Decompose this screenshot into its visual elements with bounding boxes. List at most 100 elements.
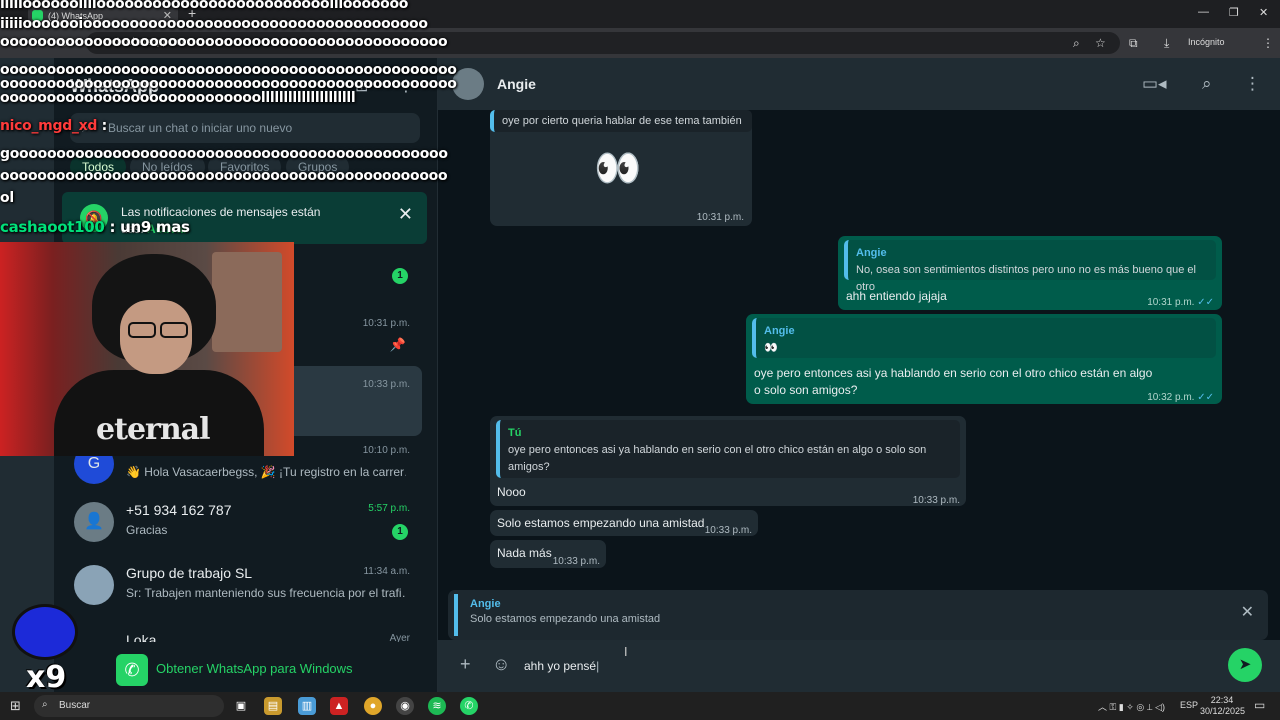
chat-name: +51 934 162 787 xyxy=(126,502,232,518)
chat-time: 10:10 p.m. xyxy=(362,445,410,456)
taskbar-search[interactable]: ⌕ Buscar xyxy=(34,695,224,717)
bookmark-star-icon[interactable]: ☆ xyxy=(1095,36,1106,50)
download-icon[interactable]: ⤓ xyxy=(1164,36,1169,51)
window-close-icon[interactable]: ✕ xyxy=(1259,6,1268,19)
menu-icon[interactable]: ⋮ xyxy=(1244,74,1261,94)
stream-chat-line: gooooooooooooooooooooooooooooooooooooooo… xyxy=(0,146,448,162)
message-time: 10:33 p.m. xyxy=(704,525,752,536)
contact-name[interactable]: Angie xyxy=(497,76,536,92)
badge-text: x9 xyxy=(26,660,67,695)
message-text: Solo estamos empezando una amistad xyxy=(497,516,705,530)
task-view-icon[interactable]: ▣ xyxy=(232,697,250,715)
send-button[interactable]: ➤ xyxy=(1228,648,1262,682)
close-icon[interactable]: ✕ xyxy=(398,204,413,225)
message-input[interactable]: ahh yo pensé| xyxy=(518,650,1218,682)
quoted-message[interactable]: oye por cierto queria hablar de ese tema… xyxy=(490,110,752,132)
shirt-text: eternal xyxy=(96,412,210,447)
restore-icon[interactable]: ❐ xyxy=(1229,6,1239,19)
reply-text: Solo estamos empezando una amistad xyxy=(470,613,661,625)
chat-time: Ayer xyxy=(389,633,410,642)
close-reply-icon[interactable]: ✕ xyxy=(1241,602,1254,622)
avatar: 👤 xyxy=(74,502,114,542)
search-icon: ⌕ xyxy=(42,699,48,710)
chat-time: 5:57 p.m. xyxy=(368,503,410,514)
unread-badge: 1 xyxy=(392,524,408,540)
minimize-icon[interactable]: — xyxy=(1198,6,1209,18)
whatsapp-icon[interactable]: ✆ xyxy=(460,697,478,715)
whatsapp-logo-icon: ✆ xyxy=(116,654,148,686)
attach-plus-icon[interactable]: + xyxy=(460,654,471,675)
webcam-overlay: eternal xyxy=(0,242,294,456)
text-cursor-icon: Ⅰ xyxy=(624,645,628,659)
sticker-icon[interactable]: ☺ xyxy=(492,654,510,675)
message-bubble[interactable]: Angie No, osea son sentimientos distinto… xyxy=(838,236,1222,310)
chat-row[interactable]: Loka Ayer xyxy=(54,620,434,642)
message-time: 10:31 p.m. xyxy=(696,212,744,223)
reply-preview: Angie Solo estamos empezando una amistad… xyxy=(448,590,1268,640)
message-bubble[interactable]: oye por cierto queria hablar de ese tema… xyxy=(490,110,752,226)
message-time: 10:32 p.m. ✓✓ xyxy=(1147,392,1214,403)
stream-badge: x9 xyxy=(6,600,90,695)
chat-name: Loka xyxy=(126,632,157,642)
reply-quote: Angie Solo estamos empezando una amistad xyxy=(454,594,1244,636)
tray-icons[interactable]: ︿ ⚿ ▮ ✧ ◎ ⟂ ◁) xyxy=(1098,700,1165,713)
stream-chat-line: iiiiiooooooiiiiooooooooooooooooooooooooo… xyxy=(0,0,409,12)
stream-chat-user: cashaoot100 : un9 mas xyxy=(0,218,190,236)
notification-center-icon[interactable]: ▭ xyxy=(1254,698,1265,712)
reply-author: Angie xyxy=(470,598,501,610)
unread-badge: 1 xyxy=(392,268,408,284)
zoom-icon[interactable]: ⌕ xyxy=(1073,36,1080,51)
quoted-message[interactable]: Angie No, osea son sentimientos distinto… xyxy=(844,240,1216,293)
language-indicator[interactable]: ESP xyxy=(1180,700,1198,710)
get-windows-text: Obtener WhatsApp para Windows xyxy=(156,661,353,676)
message-bubble[interactable]: Tú oye pero entonces asi ya hablando en … xyxy=(490,416,966,506)
app-icon[interactable]: ▲ xyxy=(330,697,348,715)
chat-time: 10:33 p.m. xyxy=(362,379,410,390)
quoted-message[interactable]: Angie 👀 xyxy=(752,318,1216,358)
start-icon[interactable]: ⊞ xyxy=(10,698,21,714)
browser-menu-icon[interactable]: ⋮ xyxy=(1262,36,1274,50)
search-input[interactable]: ⌕ Buscar un chat o iniciar uno nuevo xyxy=(70,113,420,143)
chat-time: 10:31 p.m. xyxy=(362,318,410,329)
message-text: Nooo xyxy=(497,485,526,499)
stream-chat-line: oooooooooooooooooooooooooooooooooooooooo… xyxy=(0,34,448,50)
notepad-icon[interactable]: ▥ xyxy=(298,697,316,715)
message-text: oye pero entonces asi ya hablando en ser… xyxy=(754,366,1153,397)
stream-chat-line: iiiiiooooooioooooooooooooooooooooooooooo… xyxy=(0,16,428,32)
message-composer: + ☺ ahh yo pensé| Ⅰ ➤ xyxy=(438,640,1280,692)
stream-chat-line: oooooooooooooooooooooooooooooooooooooooo… xyxy=(0,168,448,184)
video-call-icon[interactable]: ▭◂ xyxy=(1142,74,1167,94)
chat-header[interactable]: Angie ▭◂ ⌕ ⋮ xyxy=(438,58,1280,110)
chat-row[interactable]: Grupo de trabajo SL Sr: Trabajen manteni… xyxy=(54,553,434,623)
chat-row[interactable]: 👤 +51 934 162 787 Gracias 5:57 p.m. 1 xyxy=(54,490,434,560)
chat-time: 11:34 a.m. xyxy=(363,566,410,577)
windows-taskbar: ⊞ ⌕ Buscar ▣ ▤ ▥ ▲ ● ◉ ≋ ✆ ︿ ⚿ ▮ ✧ ◎ ⟂ ◁… xyxy=(0,692,1280,720)
chat-preview: Gracias xyxy=(126,523,168,537)
message-text: Nada más xyxy=(497,546,552,560)
stream-chat-line: oooooooooooooooooooooooooooollllllllllll… xyxy=(0,90,356,106)
avatar xyxy=(74,565,114,605)
stream-chat-line: ol xyxy=(0,190,14,206)
search-placeholder: Buscar un chat o iniciar uno nuevo xyxy=(108,121,293,135)
message-bubble[interactable]: Nada más 10:33 p.m. xyxy=(490,540,606,568)
message-bubble[interactable]: Solo estamos empezando una amistad 10:33… xyxy=(490,510,758,536)
taskbar-clock[interactable]: 22:34 30/12/2025 xyxy=(1200,695,1245,717)
spotify-icon[interactable]: ≋ xyxy=(428,697,446,715)
stream-chat-user: nico_mgd_xd : xyxy=(0,118,107,134)
quoted-message[interactable]: Tú oye pero entonces asi ya hablando en … xyxy=(496,420,960,478)
message-time: 10:33 p.m. xyxy=(912,495,960,506)
search-icon[interactable]: ⌕ xyxy=(1202,74,1212,94)
chrome-icon[interactable]: ● xyxy=(364,697,382,715)
get-windows-app-link[interactable]: ✆ Obtener WhatsApp para Windows xyxy=(108,650,434,690)
pin-icon: 📌 xyxy=(389,337,406,352)
chat-preview: 👋 Hola Vasacaerbegss, 🎉 ¡Tu registro en … xyxy=(126,465,406,479)
message-time: 10:33 p.m. xyxy=(552,556,600,567)
message-bubble[interactable]: Angie 👀 oye pero entonces asi ya habland… xyxy=(746,314,1222,404)
message-emoji: 👀 xyxy=(594,148,642,190)
install-app-icon[interactable]: ⧉ xyxy=(1129,36,1138,51)
message-text: ahh entiendo jajaja xyxy=(846,289,947,303)
obs-icon[interactable]: ◉ xyxy=(396,697,414,715)
chat-preview: Sr: Trabajen manteniendo sus frecuencia … xyxy=(126,586,406,600)
file-explorer-icon[interactable]: ▤ xyxy=(264,697,282,715)
incognito-label[interactable]: Incógnito xyxy=(1188,37,1225,47)
